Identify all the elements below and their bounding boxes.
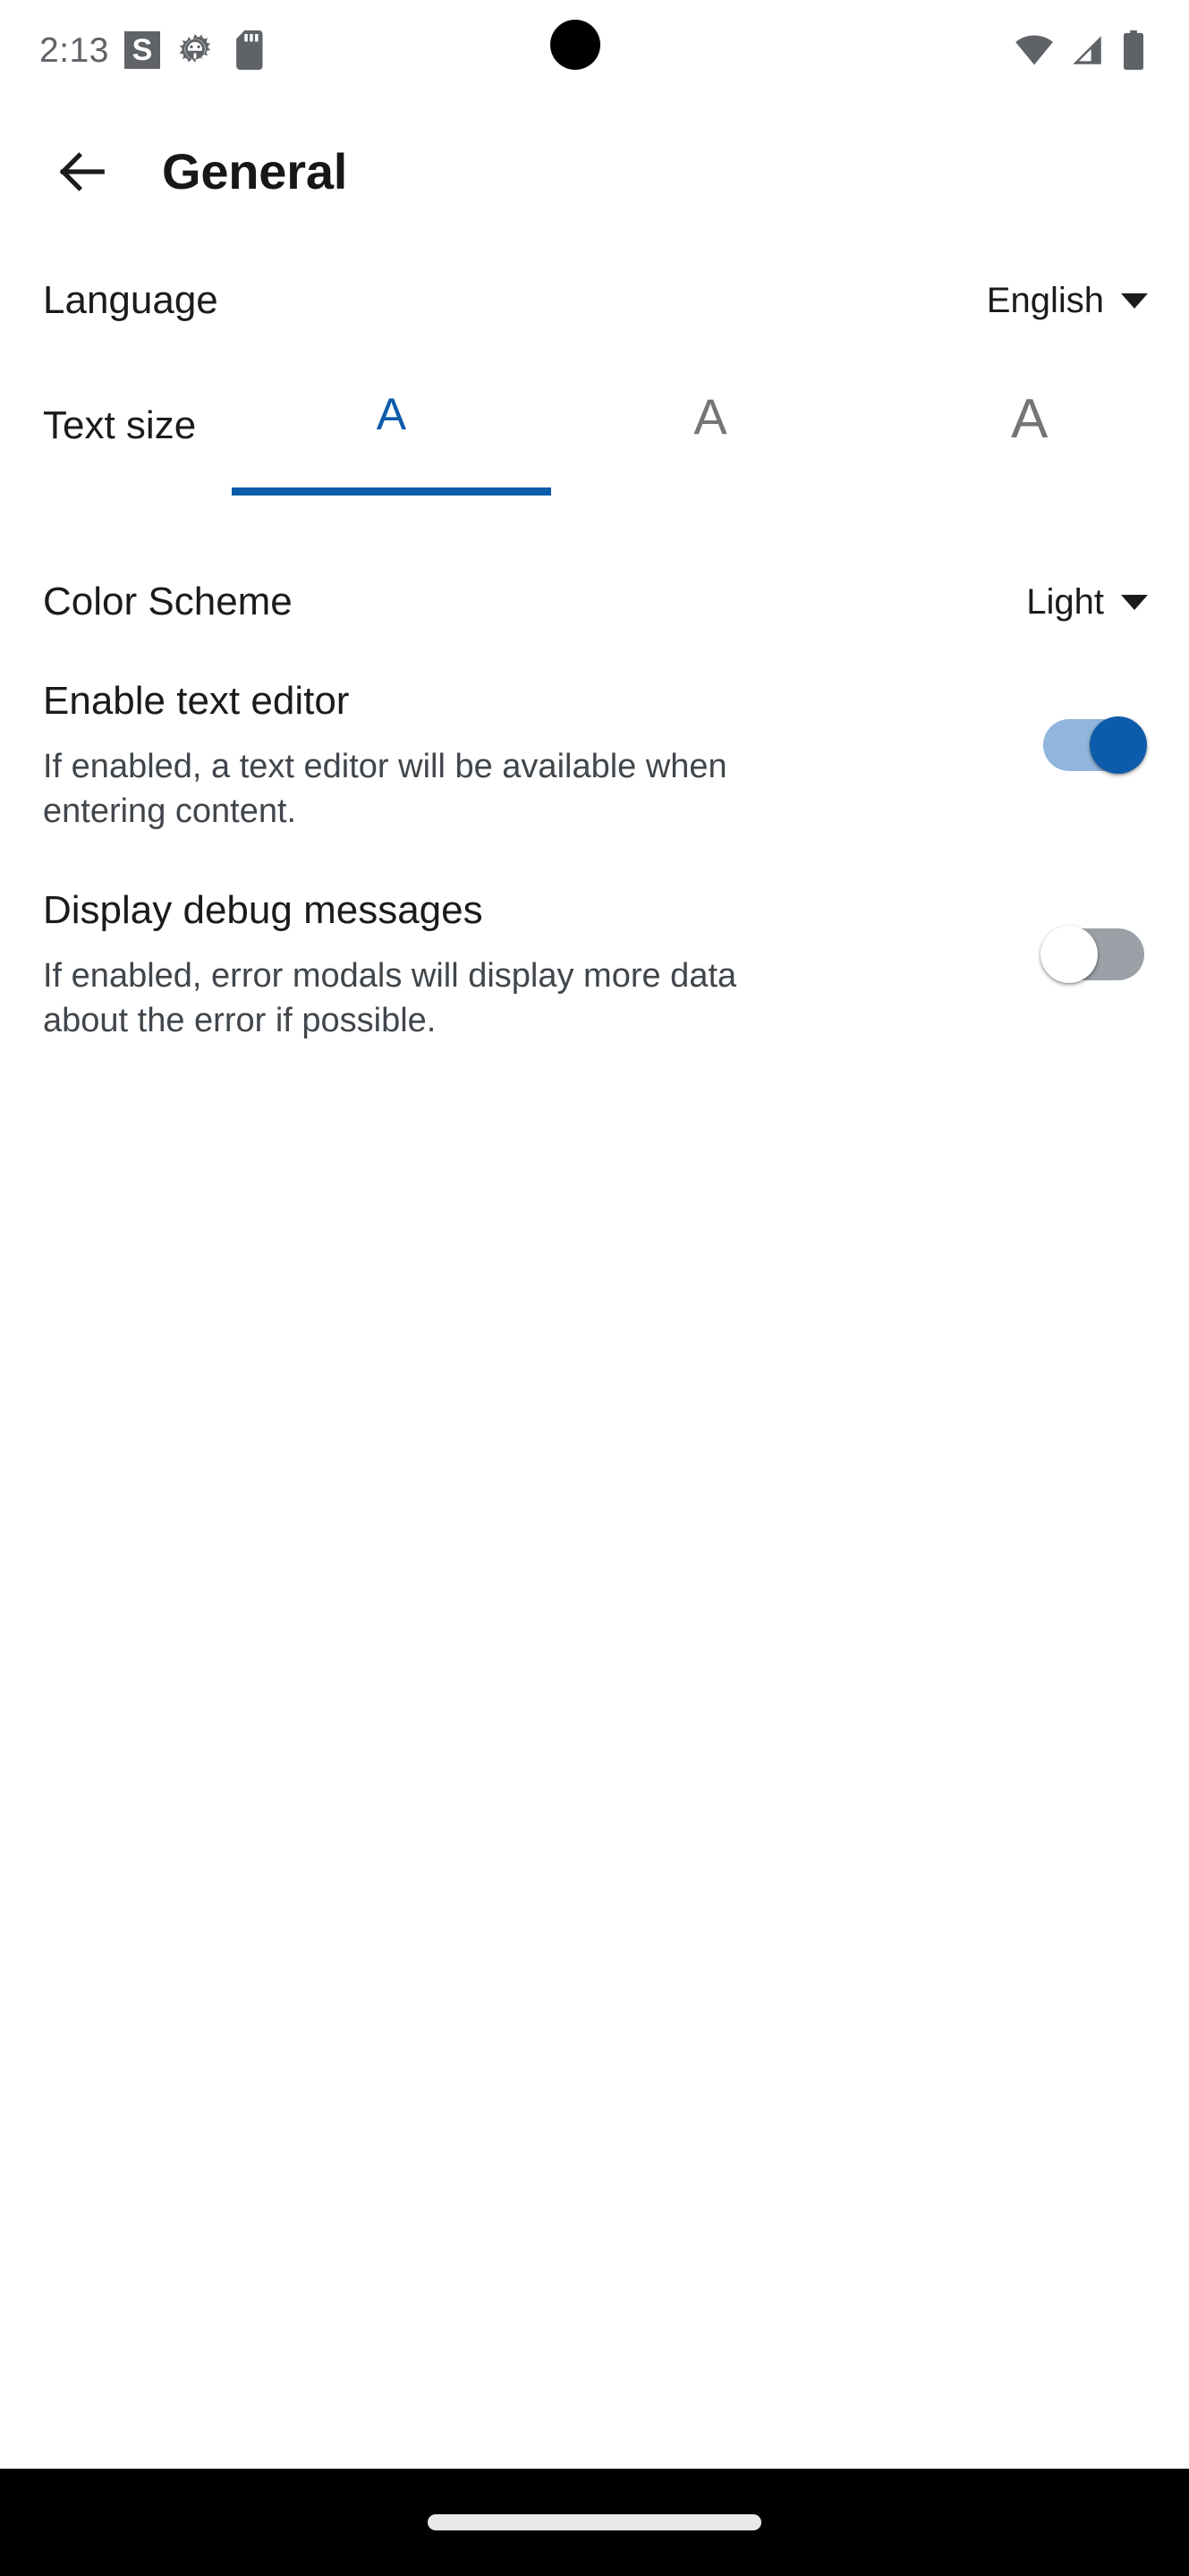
app-bar: General: [0, 100, 1189, 243]
notification-dot-icon: [550, 20, 600, 70]
s-badge-icon: S: [123, 31, 160, 69]
text-size-letter: A: [376, 389, 407, 439]
enable-text-editor-description: If enabled, a text editor will be availa…: [43, 748, 727, 831]
display-debug-messages-title: Display debug messages: [43, 888, 483, 933]
color-scheme-dropdown[interactable]: Light: [1026, 584, 1148, 620]
language-label: Language: [43, 278, 218, 322]
settings-list: Language English Text size A A A Color S…: [0, 243, 1189, 1044]
setting-row-text-size: Text size A A A: [0, 381, 1189, 524]
home-gesture-pill[interactable]: [428, 2514, 761, 2530]
language-value: English: [986, 281, 1104, 320]
enable-text-editor-texts: Enable text editor If enabled, a text ed…: [43, 682, 741, 834]
system-navigation-bar: [0, 2469, 1189, 2576]
back-button[interactable]: [38, 129, 124, 215]
setting-row-enable-text-editor[interactable]: Enable text editor If enabled, a text ed…: [0, 682, 1189, 834]
text-size-tab-medium[interactable]: A: [551, 381, 871, 524]
color-scheme-value: Light: [1026, 582, 1104, 622]
display-debug-messages-description: If enabled, error modals will display mo…: [43, 957, 737, 1040]
toggle-knob: [1090, 716, 1147, 774]
setting-row-language[interactable]: Language English: [0, 243, 1189, 358]
status-bar-left: 2:13 S: [39, 30, 266, 70]
wifi-icon: [1014, 30, 1055, 70]
enable-text-editor-title: Enable text editor: [43, 679, 350, 723]
battery-icon: [1119, 30, 1148, 70]
status-bar-clock: 2:13: [39, 30, 109, 70]
status-bar-right: [1014, 30, 1148, 70]
enable-text-editor-toggle[interactable]: [1043, 716, 1147, 774]
chevron-down-icon: [1121, 594, 1148, 610]
text-size-tabs: A A A: [232, 381, 1189, 524]
display-debug-messages-texts: Display debug messages If enabled, error…: [43, 891, 741, 1043]
toggle-knob: [1040, 926, 1098, 984]
color-scheme-label: Color Scheme: [43, 580, 293, 623]
display-debug-messages-toggle[interactable]: [1040, 926, 1144, 984]
text-size-letter: A: [1011, 388, 1049, 450]
text-size-tab-small[interactable]: A: [232, 381, 551, 524]
setting-row-color-scheme[interactable]: Color Scheme Light: [0, 553, 1189, 651]
text-size-label: Text size: [43, 403, 197, 447]
phone-screen: 2:13 S General Language English Text siz…: [0, 0, 1189, 2576]
page-title: General: [162, 143, 348, 199]
setting-row-display-debug-messages[interactable]: Display debug messages If enabled, error…: [0, 891, 1189, 1043]
cellular-signal-icon: [1068, 30, 1106, 70]
sd-card-icon: [230, 30, 266, 70]
arrow-back-icon: [54, 144, 109, 199]
status-bar: 2:13 S: [0, 0, 1189, 100]
text-size-tab-large[interactable]: A: [870, 381, 1189, 524]
bug-icon: [175, 30, 215, 70]
chevron-down-icon: [1121, 292, 1148, 309]
text-size-letter: A: [693, 388, 727, 445]
language-dropdown[interactable]: English: [987, 283, 1148, 318]
